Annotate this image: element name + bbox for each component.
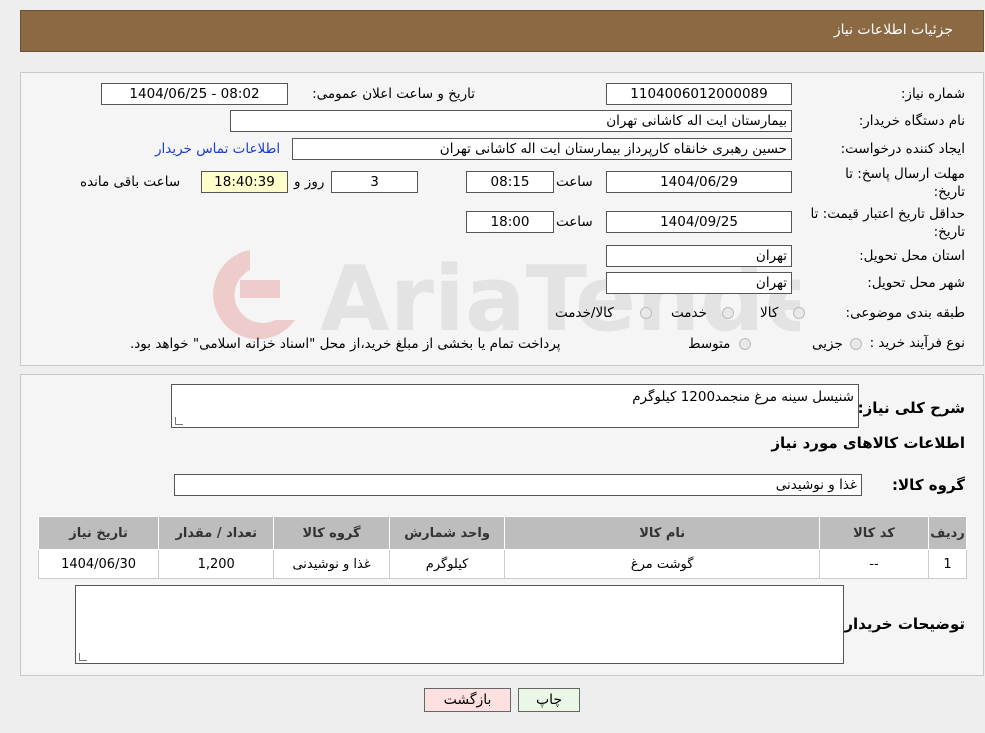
process-radio-minor[interactable] <box>850 338 862 350</box>
need-number-field: 1104006012000089 <box>606 83 792 105</box>
page-title: جزئیات اطلاعات نیاز <box>833 22 953 38</box>
remaining-time-field: 18:40:39 <box>201 171 288 193</box>
process-option-medium: متوسط <box>688 336 731 352</box>
category-option-service: خدمت <box>671 305 707 321</box>
buyer-org-field: بیمارستان ایت اله کاشانی تهران <box>230 110 792 132</box>
page-header: جزئیات اطلاعات نیاز <box>20 10 984 52</box>
buyer-notes-textarea[interactable] <box>75 585 844 664</box>
back-button[interactable]: بازگشت <box>424 688 511 712</box>
validity-time-label: ساعت <box>556 214 593 230</box>
cell-name: گوشت مرغ <box>504 549 820 579</box>
creator-label: ایجاد کننده درخواست: <box>840 141 965 157</box>
province-label: استان محل تحویل: <box>859 248 965 264</box>
city-field: تهران <box>606 272 792 294</box>
category-option-goods: کالا <box>760 305 779 321</box>
cell-group: غذا و نوشیدنی <box>273 549 390 579</box>
col-header-name: نام کالا <box>504 516 820 550</box>
category-radio-goods[interactable] <box>793 307 805 319</box>
print-button[interactable]: چاپ <box>518 688 580 712</box>
resize-grip-icon[interactable] <box>79 653 87 661</box>
remaining-label: ساعت باقی مانده <box>80 174 181 190</box>
process-option-minor: جزیی <box>812 336 843 352</box>
table-row: 1 -- گوشت مرغ کیلوگرم غذا و نوشیدنی 1,20… <box>37 549 967 579</box>
need-number-label: شماره نیاز: <box>900 86 965 102</box>
description-textarea[interactable]: شنیسل سینه مرغ منجمد1200 کیلوگرم <box>171 384 859 428</box>
col-header-code: کد کالا <box>818 516 930 550</box>
category-radio-service[interactable] <box>722 307 734 319</box>
validity-time-field: 18:00 <box>466 211 554 233</box>
category-option-goods-service: کالا/خدمت <box>555 305 614 321</box>
goods-group-label: گروه کالا: <box>892 476 965 494</box>
buyer-notes-label: توضیحات خریدار: <box>838 615 965 633</box>
col-header-quantity: تعداد / مقدار <box>158 516 275 550</box>
deadline-date-field: 1404/06/29 <box>606 171 792 193</box>
city-label: شهر محل تحویل: <box>867 275 965 291</box>
category-label: طبقه بندی موضوعی: <box>845 305 965 321</box>
deadline-time-field: 08:15 <box>466 171 554 193</box>
deadline-time-label: ساعت <box>556 174 593 190</box>
announce-label: تاریخ و ساعت اعلان عمومی: <box>312 86 475 102</box>
cell-date: 1404/06/30 <box>37 549 160 579</box>
validity-date-field: 1404/09/25 <box>606 211 792 233</box>
cell-unit: کیلوگرم <box>388 549 506 579</box>
days-label: روز و <box>294 174 325 190</box>
process-radio-medium[interactable] <box>739 338 751 350</box>
process-label: نوع فرآیند خرید : <box>869 335 965 351</box>
goods-info-title: اطلاعات کالاهای مورد نیاز <box>771 434 965 452</box>
validity-label: حداقل تاریخ اعتبار قیمت: تا تاریخ: <box>810 206 965 240</box>
col-header-group: گروه کالا <box>273 516 390 550</box>
resize-grip-icon[interactable] <box>175 417 183 425</box>
goods-table: ردیف کد کالا نام کالا واحد شمارش گروه کا… <box>37 516 967 579</box>
description-text: شنیسل سینه مرغ منجمد1200 کیلوگرم <box>632 389 854 405</box>
days-field: 3 <box>331 171 418 193</box>
goods-group-field: غذا و نوشیدنی <box>174 474 862 496</box>
table-header-row: ردیف کد کالا نام کالا واحد شمارش گروه کا… <box>37 516 967 550</box>
province-field: تهران <box>606 245 792 267</box>
buyer-org-label: نام دستگاه خریدار: <box>858 113 965 129</box>
col-header-date: تاریخ نیاز <box>37 516 160 550</box>
goods-table-wrapper: ردیف کد کالا نام کالا واحد شمارش گروه کا… <box>37 516 967 579</box>
process-note: پرداخت تمام یا بخشی از مبلغ خرید،از محل … <box>130 336 561 352</box>
cell-code: -- <box>818 549 930 579</box>
col-header-unit: واحد شمارش <box>388 516 506 550</box>
description-label: شرح کلی نیاز: <box>857 399 965 417</box>
col-header-row-number: ردیف <box>928 516 967 550</box>
deadline-label: مهلت ارسال پاسخ: تا تاریخ: <box>845 166 965 200</box>
category-radio-goods-service[interactable] <box>640 307 652 319</box>
buyer-contact-link[interactable]: اطلاعات تماس خریدار <box>155 141 280 157</box>
creator-field: حسین رهبری خانقاه کارپرداز بیمارستان ایت… <box>292 138 792 160</box>
cell-row-number: 1 <box>928 549 967 579</box>
announce-field: 1404/06/25 - 08:02 <box>101 83 288 105</box>
cell-quantity: 1,200 <box>158 549 275 579</box>
